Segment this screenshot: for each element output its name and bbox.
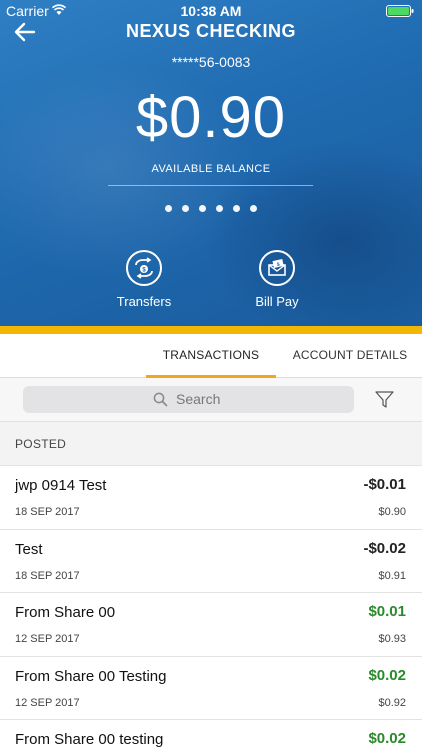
page-dot[interactable] xyxy=(182,205,189,212)
clock: 10:38 AM xyxy=(180,3,242,19)
transaction-description: From Share 00 testing xyxy=(15,731,164,748)
section-label: POSTED xyxy=(15,437,67,451)
transaction-description: jwp 0914 Test xyxy=(15,477,107,494)
bill-pay-label: Bill Pay xyxy=(255,294,299,309)
bill-pay-button[interactable]: $ Bill Pay xyxy=(227,250,327,309)
tab-account-details[interactable]: ACCOUNT DETAILS xyxy=(290,334,410,378)
filter-icon[interactable] xyxy=(375,390,394,409)
transaction-description: From Share 00 Testing xyxy=(15,667,167,685)
transfers-button[interactable]: $ Transfers xyxy=(94,250,194,309)
transaction-row[interactable]: jwp 0914 Test 18 SEP 2017 -$0.01 $0.90 xyxy=(0,466,422,530)
status-bar: Carrier 10:38 AM xyxy=(0,0,422,22)
transaction-amount: -$0.01 xyxy=(363,476,406,493)
search-input[interactable]: Search xyxy=(23,386,354,413)
bill-envelope-icon: $ xyxy=(259,250,295,286)
transaction-description: Test xyxy=(15,540,43,558)
posted-section-header: POSTED xyxy=(0,422,422,466)
transaction-list: jwp 0914 Test 18 SEP 2017 -$0.01 $0.90 T… xyxy=(0,466,422,750)
battery-icon xyxy=(386,5,414,17)
page-indicator[interactable] xyxy=(0,205,422,212)
transaction-row[interactable]: From Share 00 12 SEP 2017 $0.01 $0.93 xyxy=(0,593,422,657)
transaction-date: 18 SEP 2017 xyxy=(15,506,80,518)
page-dot[interactable] xyxy=(233,205,240,212)
accent-stripe xyxy=(0,326,422,334)
balance-divider xyxy=(108,185,313,186)
running-balance: $0.92 xyxy=(378,696,406,709)
transaction-date: 12 SEP 2017 xyxy=(15,633,80,645)
available-balance-amount: $0.90 xyxy=(135,85,287,150)
account-tabs: TRANSACTIONS ACCOUNT DETAILS xyxy=(0,334,422,378)
account-title: NEXUS CHECKING xyxy=(125,21,297,41)
transaction-row[interactable]: Test 18 SEP 2017 -$0.02 $0.91 xyxy=(0,529,422,593)
transaction-amount: $0.01 xyxy=(368,603,406,620)
transaction-date: 12 SEP 2017 xyxy=(15,696,80,709)
page-dot[interactable] xyxy=(250,205,257,212)
search-icon xyxy=(153,392,168,407)
running-balance: $0.91 xyxy=(378,569,406,582)
transaction-amount: $0.02 xyxy=(368,666,406,684)
page-dot[interactable] xyxy=(199,205,206,212)
tab-transactions[interactable]: TRANSACTIONS xyxy=(146,334,276,378)
available-balance-label: AVAILABLE BALANCE xyxy=(151,163,271,175)
transaction-amount: -$0.02 xyxy=(363,539,406,557)
running-balance: $0.93 xyxy=(378,633,406,645)
search-bar-area: Search xyxy=(0,378,422,422)
transaction-row[interactable]: From Share 00 Testing 12 SEP 2017 $0.02 … xyxy=(0,656,422,720)
transaction-description: From Share 00 xyxy=(15,604,116,621)
transaction-row[interactable]: From Share 00 testing $0.02 xyxy=(0,720,422,750)
running-balance: $0.90 xyxy=(378,506,406,518)
transfers-label: Transfers xyxy=(116,294,172,309)
transaction-amount: $0.02 xyxy=(368,730,406,747)
transaction-date: 18 SEP 2017 xyxy=(15,569,80,582)
page-dot[interactable] xyxy=(165,205,172,212)
search-placeholder: Search xyxy=(176,391,221,407)
page-dot[interactable] xyxy=(216,205,223,212)
transfer-money-icon: $ xyxy=(126,250,162,286)
account-number: *****56-0083 xyxy=(171,54,251,70)
